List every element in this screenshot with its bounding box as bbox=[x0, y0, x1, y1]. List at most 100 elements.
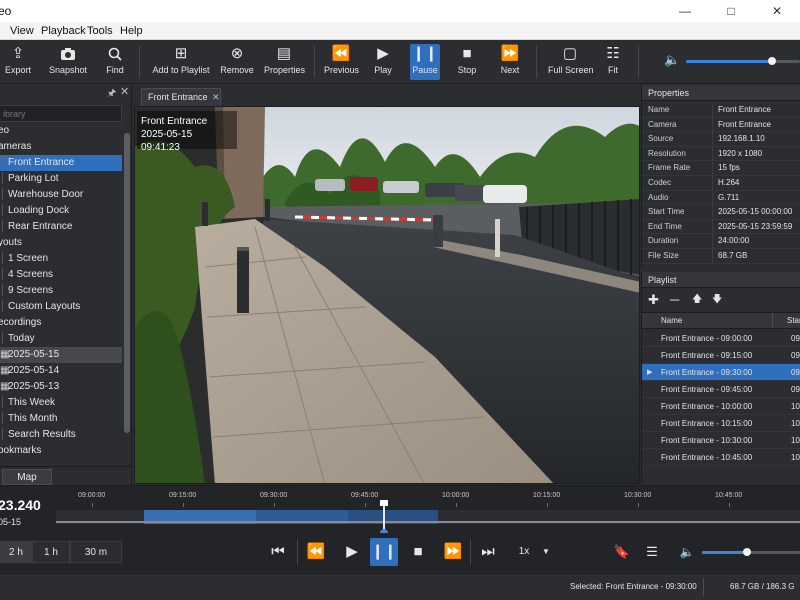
move-up-icon[interactable]: 🡅 bbox=[692, 290, 702, 310]
maximize-icon[interactable]: □ bbox=[708, 0, 754, 22]
volume-knob[interactable] bbox=[767, 57, 776, 65]
library-item[interactable]: │ This Week bbox=[0, 395, 122, 411]
library-scrollbar[interactable] bbox=[123, 123, 131, 463]
timeline-track[interactable] bbox=[56, 510, 800, 524]
menu-help[interactable]: Help bbox=[120, 25, 143, 37]
library-item[interactable]: │ This Month bbox=[0, 411, 122, 427]
rewind-button[interactable]: ⏪ bbox=[302, 538, 330, 566]
column-name[interactable]: Name bbox=[661, 313, 682, 328]
tab-map[interactable]: Map bbox=[2, 469, 52, 485]
library-item[interactable]: │ Warehouse Door bbox=[0, 187, 122, 203]
close-panel-icon[interactable]: ✕ bbox=[120, 85, 129, 98]
volume-control[interactable]: 🔈 bbox=[664, 52, 800, 72]
stop-button[interactable]: ■ Stop bbox=[454, 44, 480, 80]
property-divider bbox=[712, 117, 713, 132]
property-divider bbox=[712, 219, 713, 234]
playlist-title: Playlist bbox=[642, 272, 800, 288]
close-tab-icon[interactable]: ✕ bbox=[212, 89, 220, 105]
snapshot-button[interactable]: Snapshot bbox=[48, 44, 88, 80]
add-icon[interactable]: ✚ bbox=[648, 290, 659, 310]
library-item[interactable]: ▦ 2025-05-14 bbox=[0, 363, 122, 379]
tree-branch-icon: │ bbox=[0, 301, 7, 312]
next-button[interactable]: ⏩ Next bbox=[497, 44, 523, 80]
export-button[interactable]: ⇪ Export bbox=[2, 44, 34, 80]
zoom-2h-button[interactable]: 2 h bbox=[0, 541, 32, 563]
timeline-tick-label: 09:30:00 bbox=[260, 492, 288, 499]
play-transport-button[interactable]: ▶ bbox=[338, 538, 366, 566]
property-divider bbox=[712, 234, 713, 249]
transport-volume-slider[interactable] bbox=[702, 548, 800, 556]
menu-view[interactable]: View bbox=[10, 25, 34, 37]
remove-button[interactable]: ⊗ Remove bbox=[220, 44, 254, 80]
library-item[interactable]: │ Rear Entrance bbox=[0, 219, 122, 235]
zoom-30m-button[interactable]: 30 m bbox=[70, 541, 122, 563]
property-row: Codec H.264 bbox=[642, 176, 800, 191]
chevron-down-icon[interactable]: ▼ bbox=[538, 538, 554, 566]
play-button[interactable]: ▶ Play bbox=[370, 44, 396, 80]
add-to-playlist-button[interactable]: ⊞ Add to Playlist bbox=[152, 44, 210, 80]
property-key: Camera bbox=[648, 119, 677, 129]
library-item[interactable]: ookmarks bbox=[0, 443, 122, 459]
library-item-label: youts bbox=[0, 237, 22, 248]
library-item[interactable]: │ Front Entrance bbox=[0, 155, 122, 171]
property-row: Start Time 2025-05-15 00:00:00 bbox=[642, 205, 800, 220]
library-item[interactable]: youts bbox=[0, 235, 122, 251]
playlist-item[interactable]: ▶ Front Entrance - 09:30:00 09 bbox=[642, 364, 800, 381]
skip-end-button[interactable]: ⏭ bbox=[474, 538, 502, 566]
library-item[interactable]: │ 9 Screens bbox=[0, 283, 122, 299]
property-key: Codec bbox=[648, 178, 672, 187]
move-down-icon[interactable]: 🡇 bbox=[712, 290, 722, 310]
library-item[interactable]: │ Today bbox=[0, 331, 122, 347]
menu-playback[interactable]: Playback bbox=[41, 25, 86, 37]
tab-front-entrance[interactable]: Front Entrance ✕ bbox=[141, 88, 221, 106]
video-view[interactable]: Front Entrance 2025-05-15 09:41:23 bbox=[134, 106, 640, 484]
minimize-icon[interactable]: — bbox=[662, 0, 708, 22]
bookmark-icon[interactable]: 🔖 bbox=[610, 538, 634, 566]
property-key: Resolution bbox=[648, 148, 686, 158]
pause-button[interactable]: ❙❙ Pause bbox=[410, 44, 440, 80]
playlist-item[interactable]: Front Entrance - 09:00:00 09 bbox=[642, 330, 800, 347]
fast-forward-button[interactable]: ⏩ bbox=[439, 538, 467, 566]
speed-select[interactable]: 1x bbox=[512, 538, 536, 566]
library-item[interactable]: │ Parking Lot bbox=[0, 171, 122, 187]
previous-button[interactable]: ⏪ Previous bbox=[324, 44, 359, 80]
playlist-item[interactable]: Front Entrance - 10:15:00 10 bbox=[642, 415, 800, 432]
playlist-item[interactable]: Front Entrance - 10:30:00 10 bbox=[642, 432, 800, 449]
full-screen-button[interactable]: ▢ Full Screen bbox=[548, 44, 594, 80]
library-item-label: eo bbox=[0, 125, 10, 136]
fit-button[interactable]: ☷ Fit bbox=[602, 44, 624, 80]
volume-slider[interactable] bbox=[686, 57, 800, 65]
library-item[interactable]: │ 1 Screen bbox=[0, 251, 122, 267]
zoom-1h-button[interactable]: 1 h bbox=[32, 541, 70, 563]
list-icon[interactable]: ☰ bbox=[640, 538, 664, 566]
skip-start-button[interactable]: ⏮ bbox=[264, 538, 292, 566]
library-search-input[interactable] bbox=[0, 105, 122, 122]
transport-separator bbox=[470, 539, 471, 565]
library-item[interactable]: │ Custom Layouts bbox=[0, 299, 122, 315]
library-item[interactable]: ▦ 2025-05-15 bbox=[0, 347, 122, 363]
close-icon[interactable]: ✕ bbox=[754, 0, 800, 22]
scrollbar-thumb[interactable] bbox=[124, 133, 130, 433]
playlist-item[interactable]: Front Entrance - 10:00:00 10 bbox=[642, 398, 800, 415]
library-item[interactable]: eo bbox=[0, 123, 122, 139]
playlist-item[interactable]: Front Entrance - 09:45:00 09 bbox=[642, 381, 800, 398]
timeline[interactable]: 23.240 05-15 09:00:00 09:15:00 09:30:00 09:… bbox=[0, 485, 800, 537]
library-item[interactable]: ameras bbox=[0, 139, 122, 155]
library-item[interactable]: ▦ 2025-05-13 bbox=[0, 379, 122, 395]
library-item[interactable]: │ Loading Dock bbox=[0, 203, 122, 219]
pause-transport-button[interactable]: ❙❙ bbox=[370, 538, 398, 566]
minus-icon[interactable]: ─ bbox=[670, 290, 679, 310]
volume-knob[interactable] bbox=[743, 548, 752, 556]
stop-transport-button[interactable]: ■ bbox=[404, 538, 432, 566]
library-item[interactable]: ecordings bbox=[0, 315, 122, 331]
column-start[interactable]: Start bbox=[787, 313, 800, 328]
library-item[interactable]: │ Search Results bbox=[0, 427, 122, 443]
playlist-item[interactable]: Front Entrance - 09:15:00 09 bbox=[642, 347, 800, 364]
properties-button[interactable]: ▤ Properties bbox=[264, 44, 305, 80]
pin-icon[interactable]: 🖈 bbox=[107, 86, 116, 103]
playhead[interactable] bbox=[380, 500, 388, 537]
find-button[interactable]: Find bbox=[102, 44, 128, 80]
menu-tools[interactable]: Tools bbox=[87, 25, 113, 37]
library-item[interactable]: │ 4 Screens bbox=[0, 267, 122, 283]
playlist-item[interactable]: Front Entrance - 10:45:00 10 bbox=[642, 449, 800, 466]
